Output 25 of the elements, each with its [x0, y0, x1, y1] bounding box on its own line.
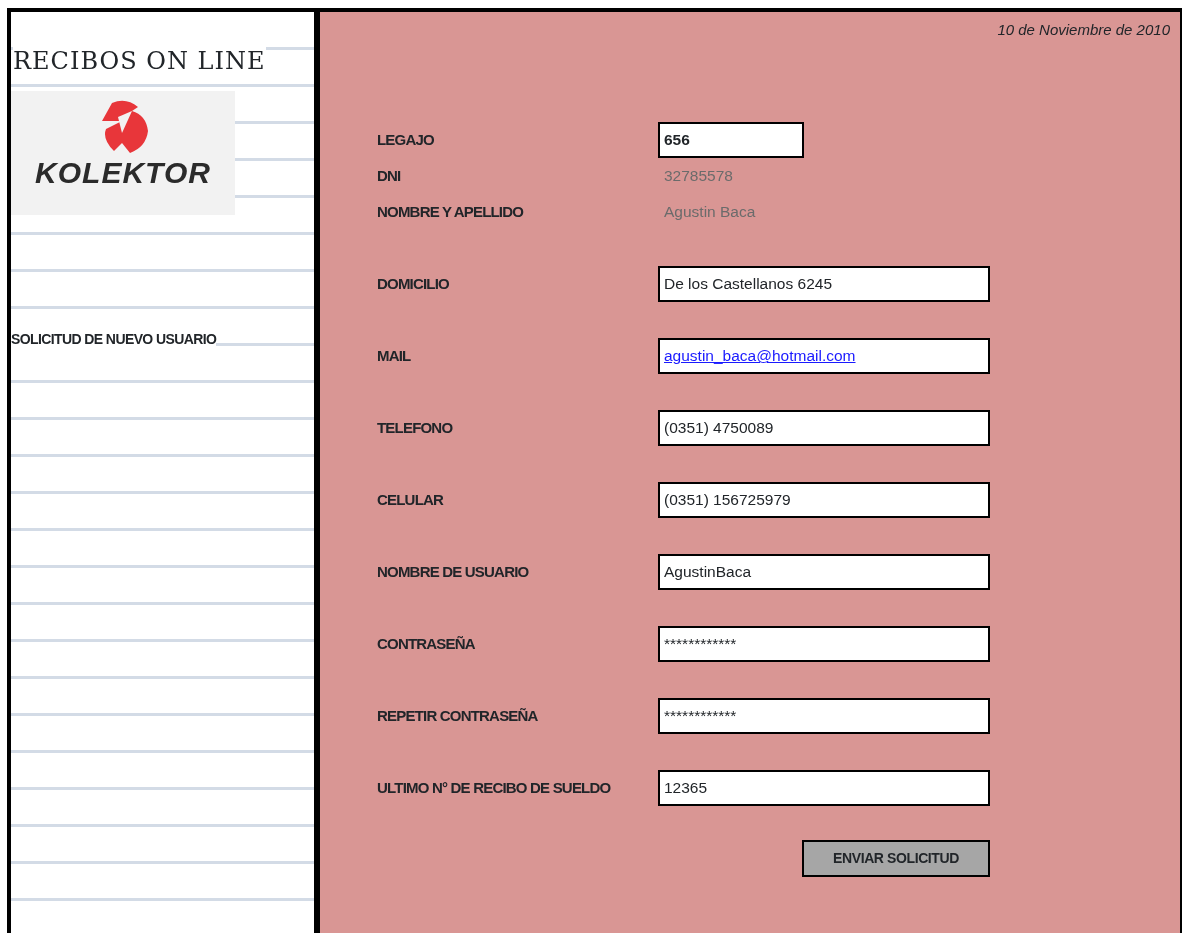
field-value: 32785578	[663, 166, 733, 187]
input-field[interactable]: 656	[658, 122, 804, 158]
field-label: DNI	[377, 165, 402, 186]
field-label: NOMBRE Y APELLIDO	[377, 201, 525, 222]
company-logo: KOLEKTOR	[11, 91, 235, 215]
submit-button[interactable]: ENVIAR SOLICITUD	[802, 840, 990, 877]
field-label: TELEFONO	[377, 417, 454, 438]
field-label: MAIL	[377, 345, 412, 366]
field-label: CELULAR	[377, 489, 445, 510]
input-field[interactable]: ************	[658, 698, 990, 734]
input-field[interactable]: agustin_baca@hotmail.com	[658, 338, 990, 374]
input-field[interactable]: (0351) 156725979	[658, 482, 990, 518]
field-value: Agustin Baca	[663, 202, 756, 223]
input-field[interactable]: (0351) 4750089	[658, 410, 990, 446]
field-label: NOMBRE DE USUARIO	[377, 561, 530, 582]
field-label: ULTIMO N° DE RECIBO DE SUELDO	[377, 777, 612, 798]
date-text: 10 de Noviembre de 2010	[996, 20, 1171, 40]
input-field[interactable]: De los Castellanos 6245	[658, 266, 990, 302]
field-label: CONTRASEÑA	[377, 633, 476, 654]
input-field[interactable]: AgustinBaca	[658, 554, 990, 590]
field-label: REPETIR CONTRASEÑA	[377, 705, 539, 726]
field-label: LEGAJO	[377, 129, 435, 150]
input-field[interactable]: 12365	[658, 770, 990, 806]
input-field[interactable]: ************	[658, 626, 990, 662]
field-label: DOMICILIO	[377, 273, 450, 294]
